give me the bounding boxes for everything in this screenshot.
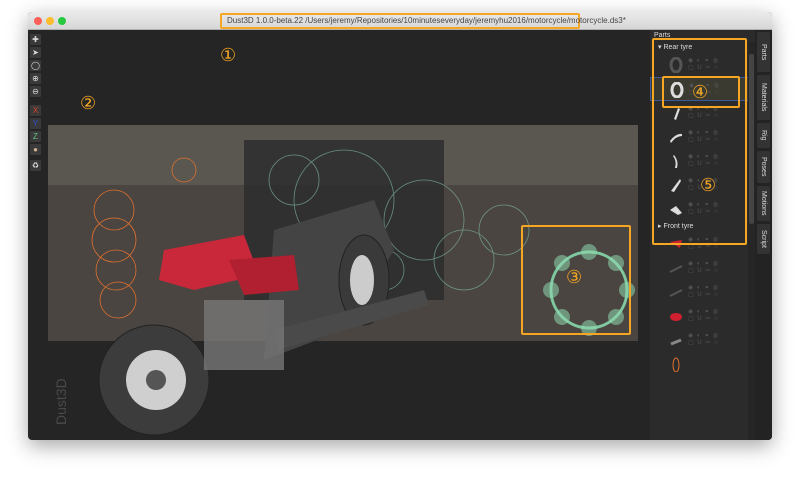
tab-rig[interactable]: Rig (757, 123, 770, 148)
regenerate-icon[interactable]: ♻ (30, 160, 41, 171)
close-button[interactable] (34, 17, 42, 25)
radius-icon[interactable]: ● (30, 144, 41, 155)
annotation-2: ② (80, 93, 97, 113)
annotation-4: ④ (692, 82, 709, 102)
part-thumbnail (670, 338, 682, 346)
part-thumbnail (669, 289, 683, 297)
z-mirror-button[interactable]: Z (30, 131, 41, 142)
side-tabs: Parts Materials Rig Poses Motions Script (755, 30, 772, 440)
annotation-1: ① (220, 45, 237, 65)
toolbar: ✚ ➤ ◯ ⊕ ⊖ X Y Z ● ♻ (30, 34, 42, 173)
zoom-in-icon[interactable]: ⊕ (30, 73, 41, 84)
add-icon[interactable]: ✚ (30, 34, 41, 45)
part-thumbnail (672, 357, 680, 372)
zoom-out-icon[interactable]: ⊖ (30, 86, 41, 97)
part-thumbnail (669, 265, 683, 273)
part-controls[interactable]: ◉ ◐ ⚭ ◍ ▢ U ✂ ○ (688, 333, 719, 347)
part-controls[interactable]: ◉ ◐ ⚭ ◍ ▢ U ✂ ○ (688, 309, 719, 323)
lasso-icon[interactable]: ◯ (30, 60, 41, 71)
part-thumbnail (670, 313, 682, 321)
part-controls[interactable]: ◉ ◐ ⚭ ◍ ▢ U ✂ ○ (688, 285, 719, 299)
watermark: Dust3D (53, 378, 69, 425)
window-title: Dust3D 1.0.0-beta.22 /Users/jeremy/Repos… (220, 13, 626, 29)
tab-poses[interactable]: Poses (757, 151, 770, 183)
tab-script[interactable]: Script (757, 224, 770, 254)
pointer-icon[interactable]: ➤ (30, 47, 41, 58)
tab-materials[interactable]: Materials (757, 75, 770, 120)
scrollbar-thumb[interactable] (749, 54, 754, 224)
annotation-3: ③ (566, 267, 583, 287)
tab-motions[interactable]: Motions (757, 186, 770, 221)
maximize-button[interactable] (58, 17, 66, 25)
x-mirror-button[interactable]: X (30, 105, 41, 116)
parts-scrollbar[interactable] (748, 42, 755, 440)
annotation-box-5 (652, 38, 747, 245)
minimize-button[interactable] (46, 17, 54, 25)
tab-parts[interactable]: Parts (757, 32, 770, 72)
part-row[interactable]: ◉ ◐ ⚭ ◍ ▢ U ✂ ○ (650, 256, 755, 280)
part-row[interactable]: ◉ ◐ ⚭ ◍ ▢ U ✂ ○ (650, 328, 755, 352)
annotation-5: ⑤ (700, 175, 717, 195)
part-row[interactable] (650, 352, 755, 376)
part-row[interactable]: ◉ ◐ ⚭ ◍ ▢ U ✂ ○ (650, 280, 755, 304)
part-controls[interactable]: ◉ ◐ ⚭ ◍ ▢ U ✂ ○ (688, 261, 719, 275)
title-bar: Dust3D 1.0.0-beta.22 /Users/jeremy/Repos… (28, 12, 772, 30)
part-row[interactable]: ◉ ◐ ⚭ ◍ ▢ U ✂ ○ (650, 304, 755, 328)
y-mirror-button[interactable]: Y (30, 118, 41, 129)
